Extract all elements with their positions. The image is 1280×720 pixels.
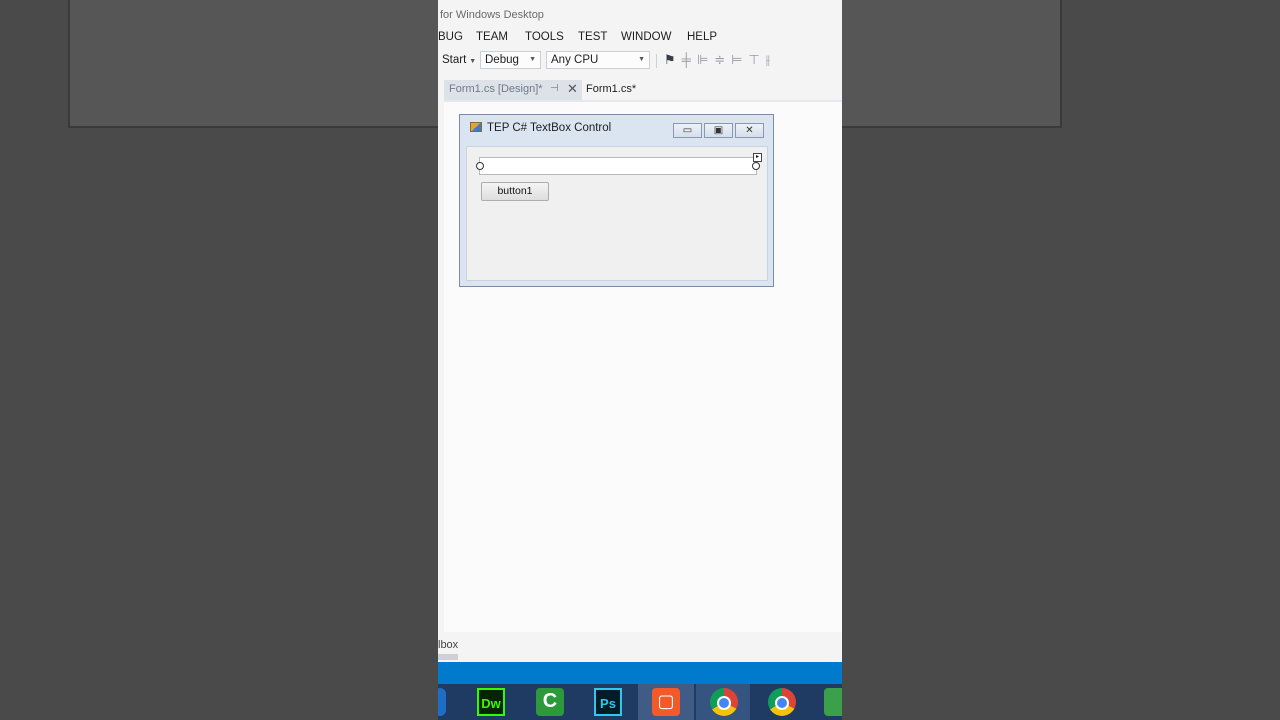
- textbox1[interactable]: ▸: [476, 153, 762, 175]
- taskbar: Dw C Ps ▢: [438, 684, 842, 720]
- tab-form1-design[interactable]: Form1.cs [Design]* ⊣ ✕: [444, 80, 582, 100]
- toolbox-tab-indicator: [438, 654, 458, 660]
- platform-value: Any CPU: [551, 54, 599, 66]
- resize-handle-left[interactable]: [476, 162, 484, 170]
- dropdown-arrow-icon: ▼: [529, 56, 536, 63]
- chrome-center-icon: [775, 695, 789, 710]
- resize-handle-right[interactable]: [752, 162, 760, 170]
- dropdown-arrow-icon: ▼: [638, 56, 645, 63]
- taskbar-app-icon[interactable]: [438, 688, 446, 716]
- form-window[interactable]: TEP C# TextBox Control ▭ ▣ ✕ ▸ button1: [459, 114, 774, 287]
- document-tabs: Form1.cs [Design]* ⊣ ✕ Form1.cs*: [444, 80, 842, 102]
- form-caption: TEP C# TextBox Control: [470, 122, 611, 134]
- menu-bar: BUG TEAM TOOLS TEST WINDOW HELP: [438, 30, 842, 46]
- smart-tag-icon[interactable]: ▸: [753, 153, 762, 162]
- window-title: for Windows Desktop: [440, 9, 544, 21]
- toolbox-tab[interactable]: lbox: [438, 639, 458, 651]
- layout-toolbar: ⚑╪⊫≑⊨⊤⫲: [664, 52, 776, 68]
- menu-window[interactable]: WINDOW: [621, 31, 671, 43]
- taskbar-app-icon[interactable]: [824, 688, 842, 716]
- platform-dropdown[interactable]: Any CPU ▼: [546, 51, 650, 69]
- menu-team[interactable]: TEAM: [476, 31, 508, 43]
- form-title: TEP C# TextBox Control: [487, 122, 612, 134]
- dreamweaver-label: Dw: [481, 696, 501, 711]
- start-button[interactable]: Start ▼: [442, 54, 476, 66]
- visual-studio-window: for Windows Desktop BUG TEAM TOOLS TEST …: [438, 0, 842, 720]
- tab-form1-code-label: Form1.cs*: [586, 83, 637, 95]
- align-rights-icon[interactable]: ⊨: [731, 52, 748, 67]
- chrome-icon[interactable]: [768, 688, 796, 716]
- camtasia-icon[interactable]: C: [536, 688, 564, 716]
- toolbar-separator: [656, 54, 657, 68]
- configuration-value: Debug: [485, 54, 519, 66]
- button1[interactable]: button1: [481, 182, 549, 201]
- menu-tools[interactable]: TOOLS: [525, 31, 564, 43]
- status-bar: [438, 662, 842, 684]
- start-label: Start: [442, 54, 467, 66]
- align-grid-icon[interactable]: ╪: [682, 52, 697, 67]
- configuration-dropdown[interactable]: Debug ▼: [480, 51, 541, 69]
- form-client-area[interactable]: ▸ button1: [466, 146, 768, 281]
- align-middles-icon[interactable]: ⫲: [766, 52, 776, 67]
- photoshop-icon[interactable]: Ps: [594, 688, 622, 716]
- close-icon[interactable]: ✕: [567, 81, 578, 97]
- standard-toolbar: Start ▼ Debug ▼ Any CPU ▼ ⚑╪⊫≑⊨⊤⫲: [438, 50, 842, 72]
- form-icon: [470, 122, 482, 132]
- attach-process-icon[interactable]: ⚑: [664, 52, 682, 67]
- menu-test[interactable]: TEST: [578, 31, 607, 43]
- align-tops-icon[interactable]: ⊤: [748, 52, 765, 67]
- align-centers-icon[interactable]: ≑: [714, 52, 731, 67]
- photoshop-label: Ps: [600, 696, 616, 711]
- dreamweaver-icon[interactable]: Dw: [477, 688, 505, 716]
- camtasia-recorder-icon[interactable]: ▢: [652, 688, 680, 716]
- dropdown-arrow-icon: ▼: [469, 58, 477, 65]
- align-lefts-icon[interactable]: ⊫: [697, 52, 714, 67]
- close-icon[interactable]: ✕: [735, 123, 764, 138]
- menu-help[interactable]: HELP: [687, 31, 717, 43]
- chrome-center-icon: [717, 695, 731, 710]
- chrome-icon[interactable]: [710, 688, 738, 716]
- tab-form1-design-label: Form1.cs [Design]*: [449, 83, 543, 95]
- maximize-icon[interactable]: ▣: [704, 123, 733, 138]
- menu-debug[interactable]: BUG: [438, 31, 463, 43]
- minimize-icon[interactable]: ▭: [673, 123, 702, 138]
- pin-icon[interactable]: ⊣: [550, 83, 559, 94]
